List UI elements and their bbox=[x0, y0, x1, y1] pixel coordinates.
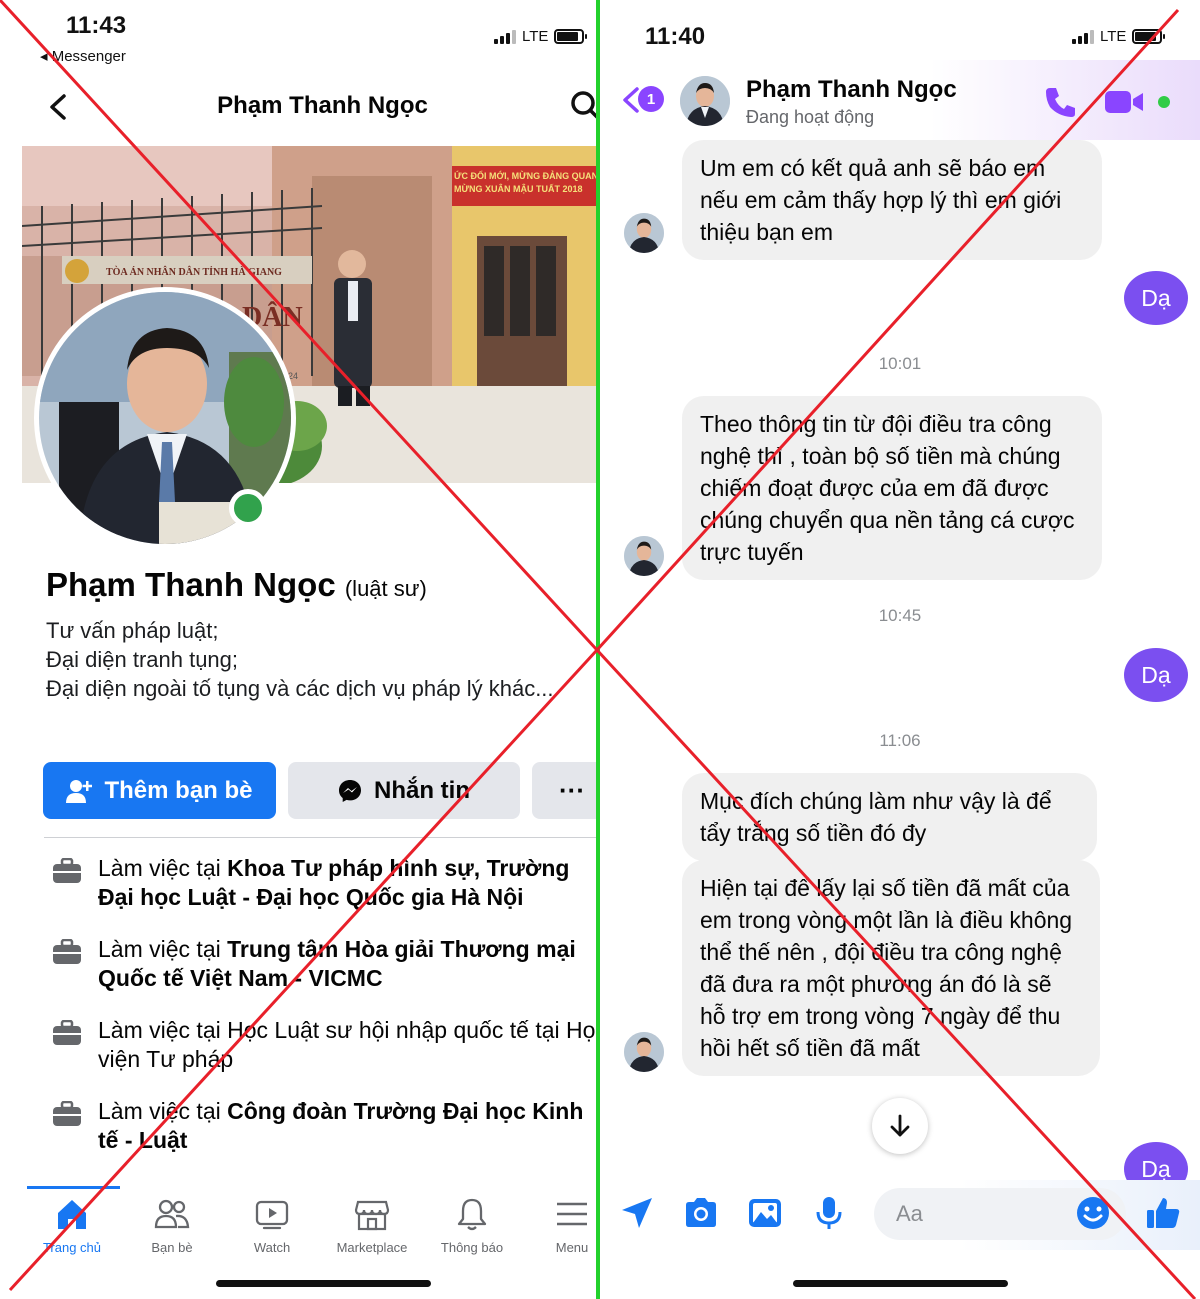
add-friend-label: Thêm bạn bè bbox=[104, 776, 253, 804]
briefcase-icon bbox=[53, 858, 81, 883]
sender-avatar bbox=[624, 536, 664, 576]
marketplace-icon bbox=[354, 1200, 390, 1231]
profile-name-tag: (luật sư) bbox=[344, 576, 427, 601]
more-label: ··· bbox=[559, 775, 585, 805]
messenger-icon bbox=[339, 779, 361, 802]
bio-line: Đại diện ngoài tố tụng và các dịch vụ ph… bbox=[46, 676, 554, 701]
battery-icon bbox=[554, 29, 588, 44]
video-call-icon[interactable] bbox=[1104, 88, 1144, 116]
work-prefix: Làm việc tại bbox=[98, 1098, 228, 1124]
tab-friends[interactable]: Bạn bè bbox=[122, 1196, 222, 1266]
thumbs-up-icon[interactable] bbox=[1144, 1194, 1182, 1232]
message-label: Nhắn tin bbox=[374, 776, 470, 804]
timestamp: 10:45 bbox=[878, 606, 922, 625]
messenger-chat-screen: 11:40 LTE 1 Phạm Thanh Ngọc Đang hoạt độ… bbox=[600, 0, 1200, 1299]
divider bbox=[44, 837, 597, 838]
signal-icon bbox=[1072, 29, 1094, 44]
network-label: LTE bbox=[1100, 28, 1127, 45]
status-indicators: LTE bbox=[494, 28, 588, 45]
phone-call-icon[interactable] bbox=[1044, 85, 1078, 119]
back-to-messenger-link[interactable]: ◂ Messenger bbox=[40, 47, 126, 65]
network-label: LTE bbox=[522, 28, 549, 45]
online-status-dot bbox=[1158, 96, 1170, 108]
add-friend-icon bbox=[66, 779, 93, 803]
contact-avatar[interactable] bbox=[680, 76, 730, 126]
microphone-icon[interactable] bbox=[810, 1194, 848, 1232]
battery-icon bbox=[1132, 29, 1166, 44]
bottom-tab-bar: Trang chủ Bạn bè Watch Marketplace Thông… bbox=[22, 1196, 597, 1266]
briefcase-icon bbox=[53, 939, 81, 964]
signal-icon bbox=[494, 29, 516, 44]
briefcase-icon bbox=[53, 1101, 81, 1126]
online-status-dot bbox=[229, 489, 267, 527]
tab-notifications[interactable]: Thông báo bbox=[422, 1196, 522, 1266]
banner-text-2: MỪNG XUÂN MẬU TUẤT 2018 bbox=[454, 183, 582, 194]
work-prefix: Làm việc tại bbox=[98, 936, 228, 962]
banner-text-1: ỨC ĐỔI MỚI, MỪNG ĐẢNG QUANG VI bbox=[454, 170, 597, 181]
tab-home[interactable]: Trang chủ bbox=[22, 1196, 122, 1266]
green-divider bbox=[596, 0, 600, 1299]
incoming-message[interactable]: Um em có kết quả anh sẽ báo em nếu em cả… bbox=[682, 140, 1102, 260]
tab-marketplace[interactable]: Marketplace bbox=[322, 1196, 422, 1266]
watch-icon bbox=[255, 1200, 289, 1230]
message-input-placeholder: Aa bbox=[896, 1201, 923, 1226]
arrow-down-icon bbox=[890, 1114, 910, 1137]
facebook-profile-screen: 11:43 ◂ Messenger LTE Phạm Thanh Ngọc ỨC… bbox=[0, 0, 597, 1299]
active-tab-indicator bbox=[27, 1186, 120, 1189]
page-title: Phạm Thanh Ngọc bbox=[217, 92, 428, 119]
timestamp: 10:01 bbox=[878, 354, 922, 373]
message-composer: Aa bbox=[600, 1180, 1200, 1250]
work-prefix: Làm việc tại bbox=[98, 855, 228, 881]
bio-line: Tư vấn pháp luật; bbox=[46, 618, 219, 643]
outgoing-message[interactable]: Dạ bbox=[1124, 648, 1188, 702]
menu-icon bbox=[557, 1202, 587, 1226]
status-indicators: LTE bbox=[1072, 28, 1166, 45]
incoming-message[interactable]: Hiện tại để lấy lại số tiền đã mất của e… bbox=[682, 860, 1100, 1076]
home-indicator bbox=[793, 1280, 1008, 1287]
bell-icon bbox=[457, 1198, 487, 1231]
tab-watch[interactable]: Watch bbox=[222, 1196, 322, 1266]
camera-icon[interactable] bbox=[682, 1194, 720, 1232]
more-options-button[interactable]: ··· bbox=[532, 762, 597, 819]
home-indicator bbox=[216, 1280, 431, 1287]
tab-notifications-label: Thông báo bbox=[440, 1240, 504, 1255]
add-friend-button[interactable]: Thêm bạn bè bbox=[43, 762, 276, 819]
tab-marketplace-label: Marketplace bbox=[336, 1240, 408, 1255]
work-prefix: Làm việc tại Học Luật sư hội nhập quốc t… bbox=[98, 1017, 597, 1072]
location-arrow-icon[interactable] bbox=[618, 1194, 656, 1232]
profile-name: Phạm Thanh Ngọc (luật sư) bbox=[46, 566, 427, 604]
incoming-message[interactable]: Theo thông tin từ đội điều tra công nghệ… bbox=[682, 396, 1102, 580]
profile-bio: Tư vấn pháp luật; Đại diện tranh tụng; Đ… bbox=[46, 616, 566, 703]
incoming-message[interactable]: Mục đích chúng làm như vậy là để tẩy trắ… bbox=[682, 773, 1097, 861]
status-time: 11:40 bbox=[645, 23, 706, 50]
tab-home-label: Trang chủ bbox=[42, 1240, 102, 1255]
status-time: 11:43 bbox=[66, 12, 127, 39]
unread-badge: 1 bbox=[638, 86, 664, 112]
contact-status: Đang hoạt động bbox=[746, 107, 875, 127]
contact-name: Phạm Thanh Ngọc bbox=[746, 76, 957, 103]
scroll-to-bottom-button[interactable] bbox=[872, 1098, 928, 1154]
tab-watch-label: Watch bbox=[253, 1240, 291, 1255]
tab-menu-label: Menu bbox=[555, 1240, 589, 1255]
timestamp: 11:06 bbox=[879, 731, 921, 750]
court-sign-text: TÒA ÁN NHÂN DÂN TỈNH HÀ GIANG bbox=[106, 266, 282, 278]
sender-avatar bbox=[624, 1032, 664, 1072]
message-button[interactable]: Nhắn tin bbox=[288, 762, 520, 819]
emoji-icon[interactable] bbox=[1074, 1194, 1112, 1232]
bio-line: Đại diện tranh tụng; bbox=[46, 647, 239, 672]
outgoing-message[interactable]: Dạ bbox=[1124, 271, 1188, 325]
gallery-icon[interactable] bbox=[746, 1194, 784, 1232]
sender-avatar bbox=[624, 213, 664, 253]
tab-friends-label: Bạn bè bbox=[151, 1240, 193, 1255]
tab-menu[interactable]: Menu bbox=[522, 1196, 597, 1266]
profile-name-text: Phạm Thanh Ngọc bbox=[46, 566, 336, 603]
briefcase-icon bbox=[53, 1020, 81, 1045]
search-icon[interactable] bbox=[570, 90, 597, 122]
home-icon bbox=[58, 1200, 86, 1229]
friends-icon bbox=[154, 1199, 190, 1229]
